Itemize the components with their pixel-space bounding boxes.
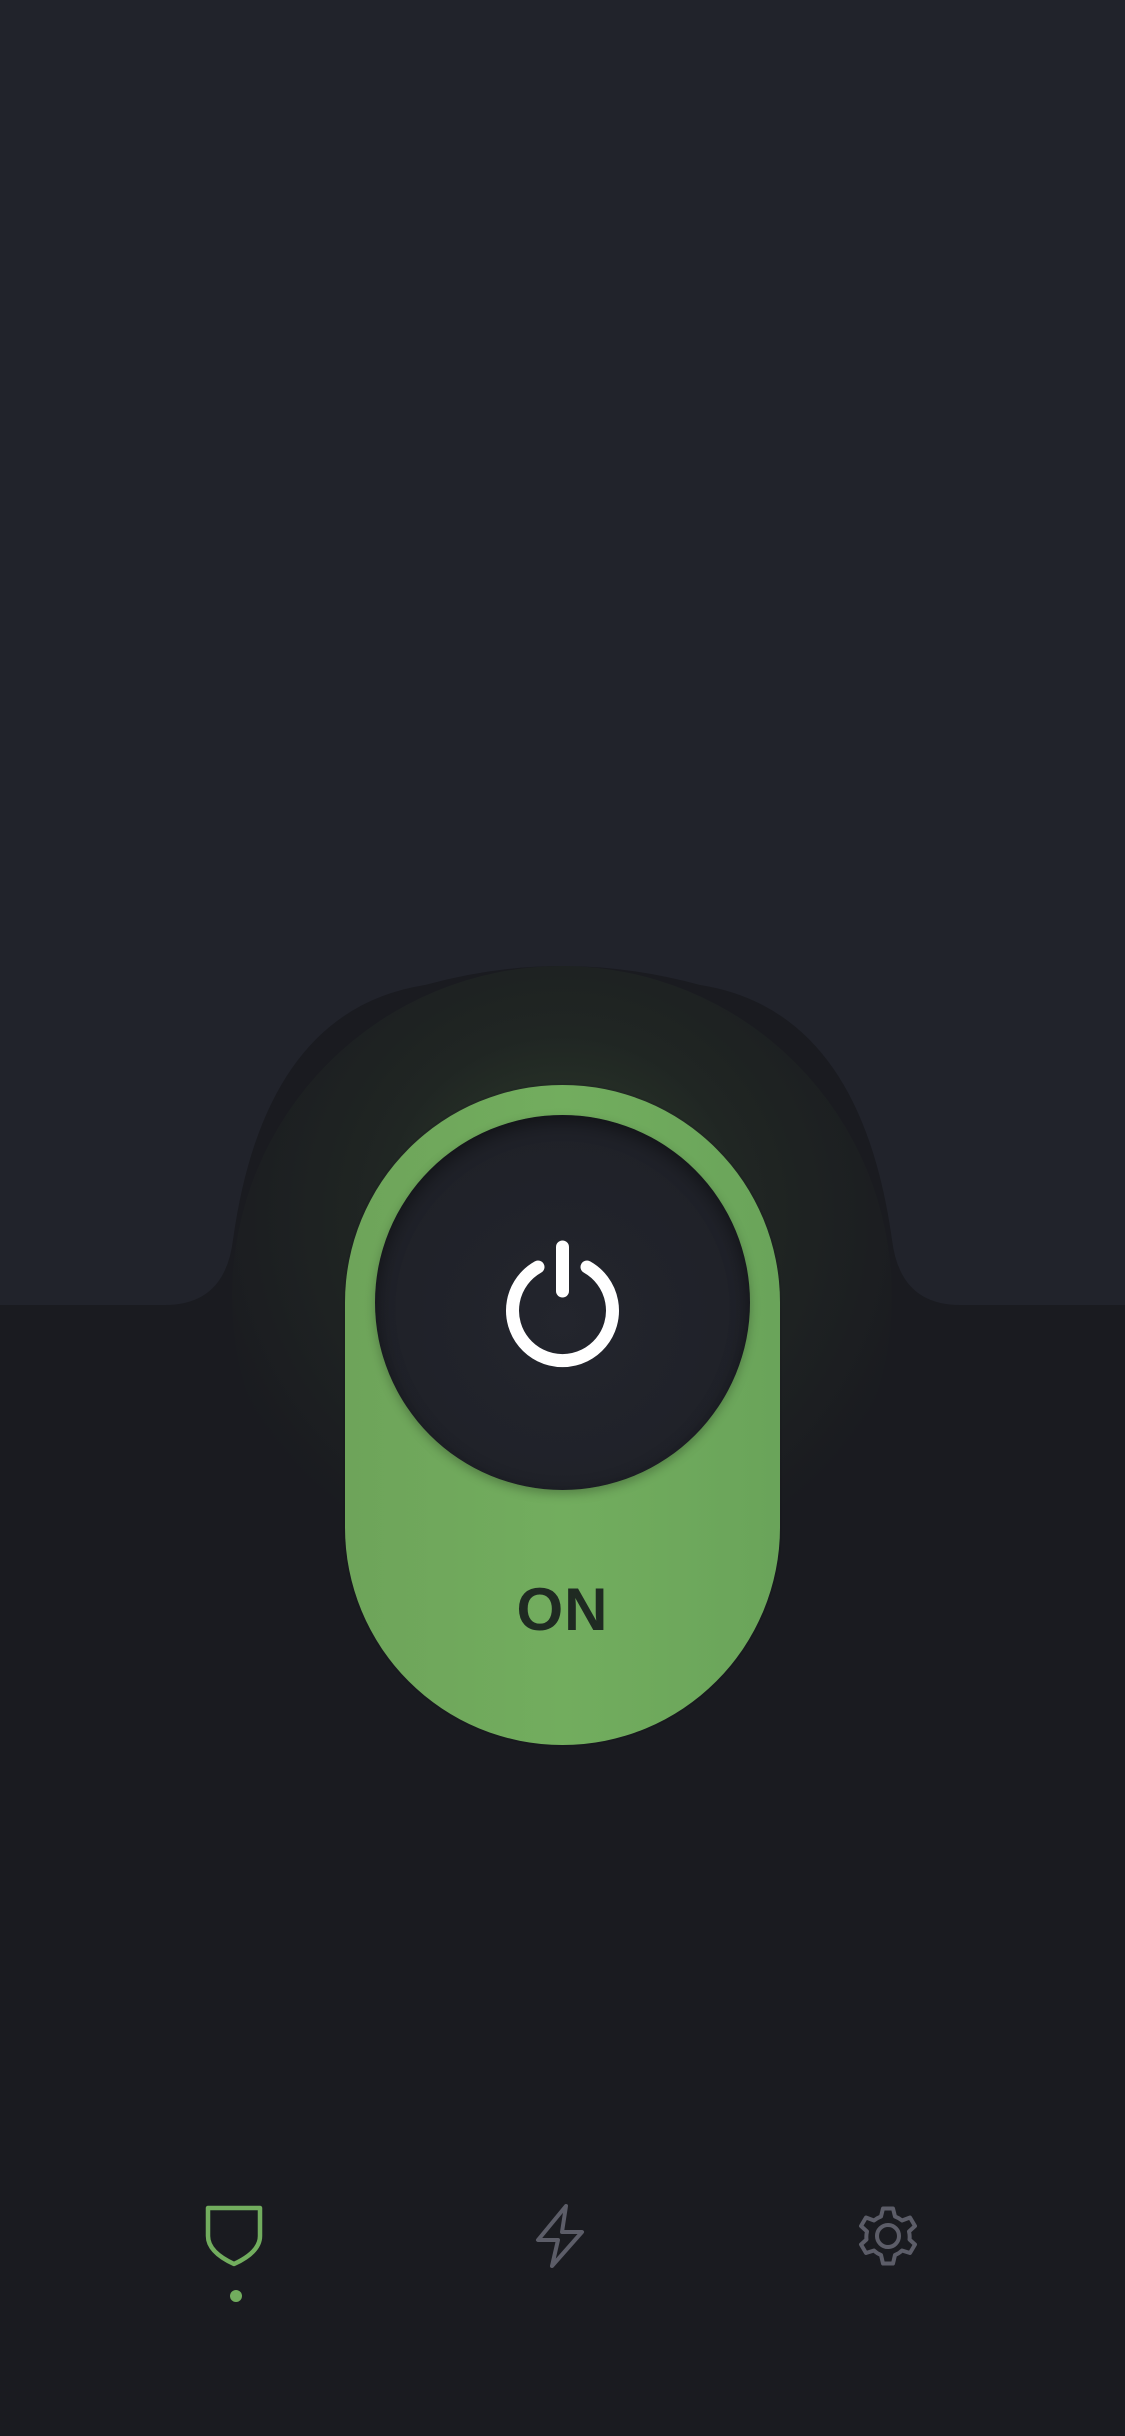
toggle-state-label: ON	[516, 1576, 609, 1643]
active-indicator-dot	[230, 2290, 242, 2302]
lightning-bolt-icon	[536, 2204, 584, 2268]
toggle-knob[interactable]	[375, 1115, 750, 1490]
nav-item-speed[interactable]	[502, 2180, 622, 2320]
nav-item-protection[interactable]	[176, 2180, 296, 2320]
power-icon	[506, 1240, 619, 1368]
vpn-home-screen: ON	[0, 0, 1125, 2436]
gear-icon	[859, 2206, 917, 2266]
bottom-nav-bar	[0, 2180, 1125, 2340]
vpn-toggle-switch[interactable]: ON	[345, 1085, 780, 1745]
nav-item-settings[interactable]	[830, 2180, 950, 2320]
shield-icon	[205, 2205, 263, 2267]
